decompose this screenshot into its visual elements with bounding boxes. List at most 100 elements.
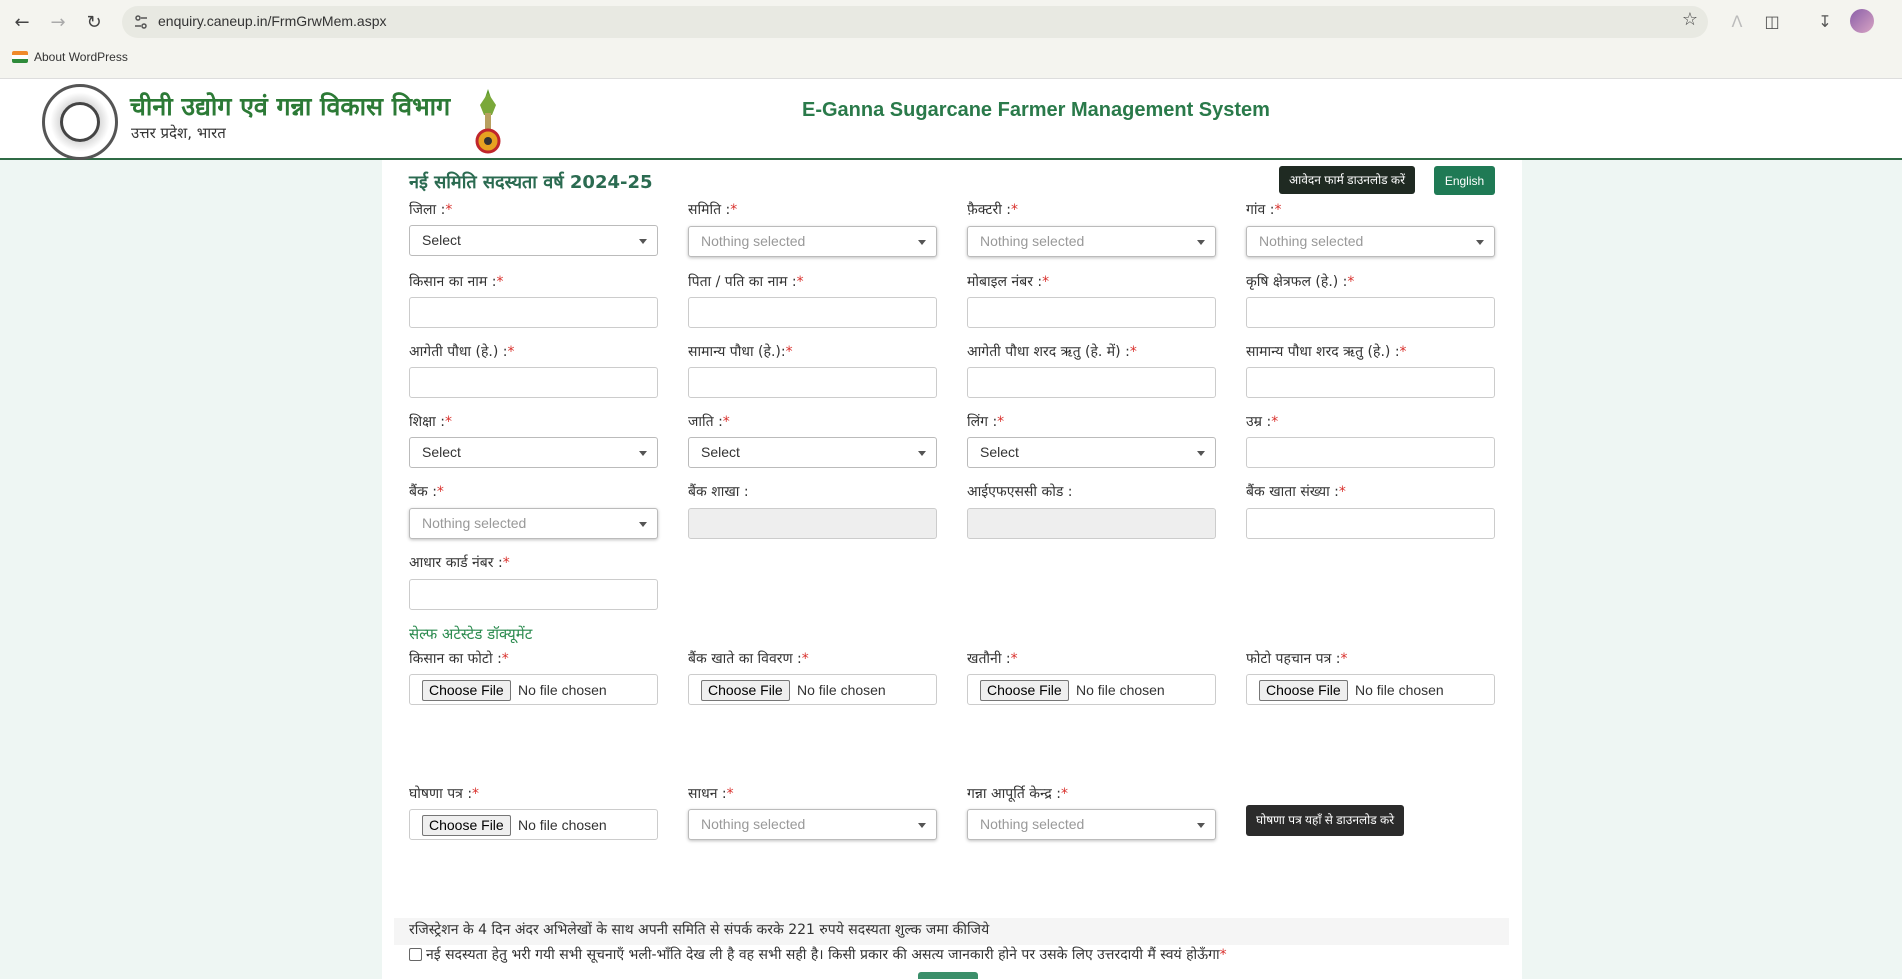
chevron-down-icon	[918, 240, 926, 245]
samiti-select[interactable]: Nothing selected	[688, 226, 937, 257]
caste-select[interactable]: Select	[688, 437, 937, 468]
declaration-file[interactable]: Choose File No file chosen	[409, 809, 658, 840]
khatauni-label: खतौनी :*	[967, 651, 1018, 667]
no-file-text: No file chosen	[797, 682, 886, 698]
bank-label: बैंक :*	[409, 484, 444, 500]
extensions-icon[interactable]: ◫	[1760, 9, 1784, 33]
bookmark-item[interactable]: About WordPress	[12, 50, 128, 64]
download-application-button[interactable]: आवेदन फार्म डाउनलोड करें	[1279, 166, 1416, 194]
education-label: शिक्षा :*	[409, 414, 452, 430]
chevron-down-icon	[918, 823, 926, 828]
agri-area-input[interactable]	[1246, 297, 1495, 328]
choose-file-button[interactable]: Choose File	[422, 680, 511, 701]
factory-label: फ़ैक्टरी :*	[967, 202, 1018, 218]
account-no-label: बैंक खाता संख्या :*	[1246, 484, 1346, 500]
samiti-label: समिति :*	[688, 202, 738, 218]
bank-branch-label: बैंक शाखा :	[688, 484, 749, 500]
bookmark-star-icon[interactable]: ☆	[1682, 9, 1698, 30]
supply-center-label: गन्ना आपूर्ति केन्द्र :*	[967, 786, 1068, 802]
up-emblem-logo	[42, 84, 118, 160]
education-select[interactable]: Select	[409, 437, 658, 468]
bank-branch-input	[688, 508, 937, 539]
consent-checkbox[interactable]	[409, 948, 422, 961]
father-name-input[interactable]	[688, 297, 937, 328]
address-bar[interactable]: enquiry.caneup.in/FrmGrwMem.aspx ☆	[122, 6, 1708, 38]
sugarcane-logo	[475, 89, 501, 154]
profile-avatar[interactable]	[1850, 9, 1874, 33]
farmer-name-input[interactable]	[409, 297, 658, 328]
system-title: E-Ganna Sugarcane Farmer Management Syst…	[802, 99, 1270, 121]
supply-center-select[interactable]: Nothing selected	[967, 809, 1216, 840]
bookmark-label: About WordPress	[34, 50, 128, 64]
mobile-label: मोबाइल नंबर :*	[967, 274, 1050, 290]
khatauni-file[interactable]: Choose File No file chosen	[967, 674, 1216, 705]
india-flag-icon	[12, 51, 28, 63]
aadhaar-input[interactable]	[409, 579, 658, 610]
sadhan-select[interactable]: Nothing selected	[688, 809, 937, 840]
photo-id-label: फोटो पहचान पत्र :*	[1246, 651, 1348, 667]
bank-details-label: बैंक खाते का विवरण :*	[688, 651, 809, 667]
village-select[interactable]: Nothing selected	[1246, 226, 1495, 257]
url-text[interactable]: enquiry.caneup.in/FrmGrwMem.aspx	[158, 13, 386, 29]
choose-file-button[interactable]: Choose File	[1259, 680, 1348, 701]
account-no-input[interactable]	[1246, 508, 1495, 539]
no-file-text: No file chosen	[1355, 682, 1444, 698]
sadhan-label: साधन :*	[688, 786, 734, 802]
chevron-down-icon	[1197, 451, 1205, 456]
early-autumn-label: आगेती पौधा शरद ऋतु (हे. में) :*	[967, 344, 1137, 360]
chevron-down-icon	[918, 451, 926, 456]
normal-plant-label: सामान्य पौधा (हे.):*	[688, 344, 793, 360]
caste-label: जाति :*	[688, 414, 730, 430]
choose-file-button[interactable]: Choose File	[422, 815, 511, 836]
mobile-input[interactable]	[967, 297, 1216, 328]
read-aloud-icon[interactable]: Λ	[1725, 9, 1749, 33]
choose-file-button[interactable]: Choose File	[980, 680, 1069, 701]
village-label: गांव :*	[1246, 202, 1282, 218]
no-file-text: No file chosen	[1076, 682, 1165, 698]
no-file-text: No file chosen	[518, 682, 607, 698]
choose-file-button[interactable]: Choose File	[701, 680, 790, 701]
declaration-label: घोषणा पत्र :*	[409, 786, 480, 802]
normal-autumn-input[interactable]	[1246, 367, 1495, 398]
consent-text: नई सदस्यता हेतु भरी गयी सभी सूचनाएँ भली-…	[426, 947, 1220, 963]
early-plant-label: आगेती पौधा (हे.) :*	[409, 344, 515, 360]
reload-icon[interactable]: ↻	[80, 8, 108, 36]
fee-note: रजिस्ट्रेशन के 4 दिन अंदर अभिलेखों के सा…	[409, 922, 990, 938]
submit-button[interactable]	[918, 972, 978, 979]
gender-label: लिंग :*	[967, 414, 1005, 430]
no-file-text: No file chosen	[518, 817, 607, 833]
bank-select[interactable]: Nothing selected	[409, 508, 658, 539]
chevron-down-icon	[639, 239, 647, 244]
bank-details-file[interactable]: Choose File No file chosen	[688, 674, 937, 705]
early-autumn-input[interactable]	[967, 367, 1216, 398]
chevron-down-icon	[1476, 240, 1484, 245]
site-info-icon[interactable]	[132, 13, 150, 31]
back-icon[interactable]: ←	[8, 8, 36, 36]
farmer-name-label: किसान का नाम :*	[409, 274, 504, 290]
gender-select[interactable]: Select	[967, 437, 1216, 468]
factory-select[interactable]: Nothing selected	[967, 226, 1216, 257]
early-plant-input[interactable]	[409, 367, 658, 398]
english-toggle-button[interactable]: English	[1434, 166, 1495, 195]
district-select[interactable]: Select	[409, 225, 658, 256]
forward-icon[interactable]: →	[44, 8, 72, 36]
agri-area-label: कृषि क्षेत्रफल (हे.) :*	[1246, 274, 1355, 290]
chevron-down-icon	[1197, 823, 1205, 828]
normal-autumn-label: सामान्य पौधा शरद ऋतु (हे.) :*	[1246, 344, 1407, 360]
site-header: चीनी उद्योग एवं गन्ना विकास विभाग उत्तर …	[0, 79, 1902, 160]
farmer-photo-file[interactable]: Choose File No file chosen	[409, 674, 658, 705]
form-title: नई समिति सदस्यता वर्ष 2024-25	[409, 172, 653, 193]
consent-required-mark: *	[1219, 946, 1227, 963]
photo-id-file[interactable]: Choose File No file chosen	[1246, 674, 1495, 705]
chevron-down-icon	[1197, 240, 1205, 245]
dept-title: चीनी उद्योग एवं गन्ना विकास विभाग	[130, 92, 451, 121]
age-label: उम्र :*	[1246, 414, 1279, 430]
chevron-down-icon	[639, 451, 647, 456]
download-icon[interactable]: ↧	[1813, 9, 1837, 33]
district-label: जिला :*	[409, 202, 453, 218]
age-input[interactable]	[1246, 437, 1495, 468]
ifsc-label: आईएफएससी कोड :	[967, 484, 1073, 500]
dept-subtitle: उत्तर प्रदेश, भारत	[131, 124, 226, 142]
normal-plant-input[interactable]	[688, 367, 937, 398]
declaration-download-button[interactable]: घोषणा पत्र यहाँ से डाउनलोड करे	[1246, 805, 1405, 836]
